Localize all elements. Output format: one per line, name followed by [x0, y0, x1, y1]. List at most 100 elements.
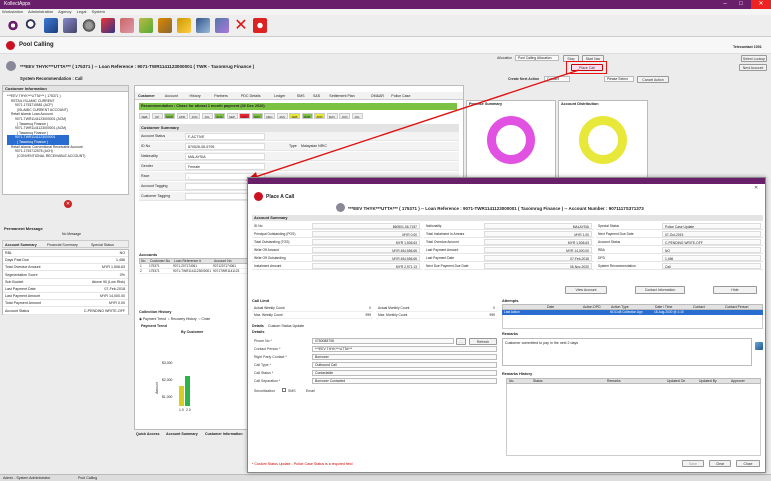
row-value: MALAYSIA — [484, 223, 592, 229]
row-key: ID No — [254, 224, 263, 228]
contact-information-button[interactable]: Contact Information — [635, 286, 685, 294]
row-key: Last Payment Amount — [5, 294, 41, 299]
row-value: MYR 1.00 — [484, 231, 592, 237]
view-account-button[interactable]: View Account — [565, 286, 607, 294]
row-key: Next Due Payment Due Date — [426, 264, 469, 268]
tab-details[interactable]: Details — [252, 324, 264, 328]
report-icon[interactable] — [63, 18, 77, 33]
summary-row: Nationality MALAYSIA — [424, 222, 594, 230]
row-value: 07-Feb-2018 — [104, 287, 125, 291]
cancel-action-button[interactable]: Cancel Action — [637, 76, 669, 83]
tab-account-summary[interactable]: Account Summary — [5, 243, 37, 247]
clear-button[interactable]: Clear — [709, 460, 731, 467]
add-remark-icon[interactable] — [755, 342, 763, 350]
tab-special-status[interactable]: Special Status — [91, 243, 114, 247]
row-key: Account Status — [5, 308, 30, 313]
gear-icon[interactable] — [82, 18, 96, 33]
call-separation-select[interactable]: Borrower Contacted — [312, 378, 497, 384]
page-title: Pool Calling — [19, 42, 54, 48]
sms-label: SMS — [288, 389, 296, 393]
please-select-dropdown[interactable]: Please Select — [604, 76, 634, 82]
select-lookup-button[interactable]: Select Lookup — [741, 55, 767, 62]
row-value: 1,456 — [662, 255, 761, 261]
power-icon[interactable] — [253, 18, 267, 33]
dialog-account-summary-title: Account Summary — [252, 215, 763, 221]
alert-icon: ✕ — [64, 200, 72, 208]
toolbar: ✕ — [0, 15, 771, 37]
next-account-button[interactable]: Next Account — [739, 64, 767, 71]
y-label-3000: $3,000 — [162, 361, 173, 365]
flower-icon[interactable] — [120, 18, 134, 33]
people-icon[interactable] — [215, 18, 229, 33]
tab-account-summary-bottom[interactable]: Account Summary — [166, 432, 198, 436]
radio-recovery-history[interactable]: ○ Recovery History — [168, 317, 197, 321]
row-key: Total Payment Amount — [5, 301, 41, 306]
remarks-textarea[interactable]: Customer committed to pay in the next 2 … — [502, 338, 752, 366]
table-cell: 175371 — [149, 269, 160, 273]
tab-partners[interactable]: Partners — [214, 94, 228, 98]
call-type-select[interactable]: Outbound Call — [312, 362, 497, 368]
details-title: Details — [252, 330, 265, 334]
dialog-close-icon[interactable]: ✕ — [754, 185, 758, 191]
row-key: Gender — [141, 164, 153, 168]
table-cell: 9071-TWR1141123000001 — [173, 269, 211, 273]
refresh-button[interactable]: Refresh — [469, 338, 497, 345]
call-limit-row: Max. Monthly Count 999 — [376, 312, 497, 319]
tab-custom-status-update[interactable]: Custom Status Update — [268, 324, 304, 328]
row-key: RBL — [5, 251, 12, 255]
summary-row: Last Payment Amount MYR 14,000.00 — [424, 246, 594, 254]
call-limit-row: Actual Weekly Count 0 — [252, 305, 373, 312]
menu-legal[interactable]: Legal — [77, 9, 87, 14]
summary-col-3: Special Status Police Case Update Next Pay… — [596, 222, 763, 270]
calculator-icon[interactable] — [158, 18, 172, 33]
hide-button[interactable]: Hide — [713, 286, 757, 294]
radio-payment-trend[interactable]: ◉ Payment Trend — [139, 317, 166, 321]
close-button[interactable]: Close — [736, 460, 760, 467]
row-key: Actual Weekly Count — [254, 306, 285, 310]
tab-history[interactable]: History — [190, 94, 201, 98]
radio-circle[interactable]: ○ Circle — [199, 317, 211, 321]
table-row[interactable]: 2 175371 9071-TWR1141123000001 9071TWR11411… — [139, 269, 251, 274]
row-value: MYR 14,000.00 — [100, 294, 125, 299]
search-icon[interactable] — [25, 18, 39, 33]
tab-financial-summary[interactable]: Financial Summary — [47, 243, 78, 247]
close-icon[interactable]: ✕ — [751, 0, 771, 9]
phone-icon[interactable] — [101, 18, 115, 33]
place-call-icon — [254, 192, 263, 201]
tab-customer[interactable]: Customer — [138, 94, 155, 98]
tab-account[interactable]: Account — [165, 94, 178, 98]
remarks-history-title: Remarks History — [502, 372, 533, 376]
lock-icon[interactable] — [177, 18, 191, 33]
sms-checkbox[interactable] — [282, 388, 286, 392]
menu-agency[interactable]: Agency — [58, 9, 71, 14]
tab-customer-information[interactable]: Customer Information — [205, 432, 243, 436]
summary-row: RBA NO — [596, 246, 763, 254]
no-message-text: No Message — [62, 232, 82, 236]
row-key: Max. Monthly Count — [378, 313, 408, 317]
phone-lookup-button[interactable]: … — [456, 338, 466, 345]
home-icon[interactable] — [6, 18, 20, 33]
menu-system[interactable]: System — [92, 9, 105, 14]
book-icon[interactable] — [196, 18, 210, 33]
summary-row: System Recommendation Call — [596, 262, 763, 270]
account-summary-table: RBL NO Days Past Due 1,456 Total Overdue Amo… — [2, 249, 129, 315]
right-party-select[interactable]: Borrower — [312, 354, 497, 360]
call-status-select[interactable]: Contactable — [312, 370, 497, 376]
folder-icon[interactable] — [139, 18, 153, 33]
summary-row: Total Outstanding (TOS) MYR 1,506.63 — [252, 238, 422, 246]
user-icon[interactable] — [44, 18, 58, 33]
cancel-icon[interactable]: ✕ — [234, 18, 248, 34]
allocation-select[interactable]: Pool Calling Allocation — [515, 55, 559, 61]
minimize-icon[interactable]: – — [718, 0, 732, 9]
status-bar: Admin - System Administrator Pool Callin… — [0, 474, 771, 481]
phone-input[interactable]: 0750088708 — [312, 338, 454, 344]
status-user: Admin - System Administrator — [3, 476, 51, 480]
maximize-icon[interactable]: □ — [734, 0, 748, 9]
menu-workstation[interactable]: Workstation — [2, 9, 23, 14]
tab-quick-access[interactable]: Quick Access — [136, 432, 159, 436]
contact-person-select[interactable]: ***EEV THYK***UTTA*** — [312, 346, 497, 352]
menu-administration[interactable]: Administration — [28, 9, 53, 14]
pointer-arrow — [246, 69, 580, 181]
customer-tree-panel: Customer Information ***EEV THYK***UTTA*… — [2, 85, 129, 195]
save-button[interactable]: Save — [682, 460, 704, 467]
